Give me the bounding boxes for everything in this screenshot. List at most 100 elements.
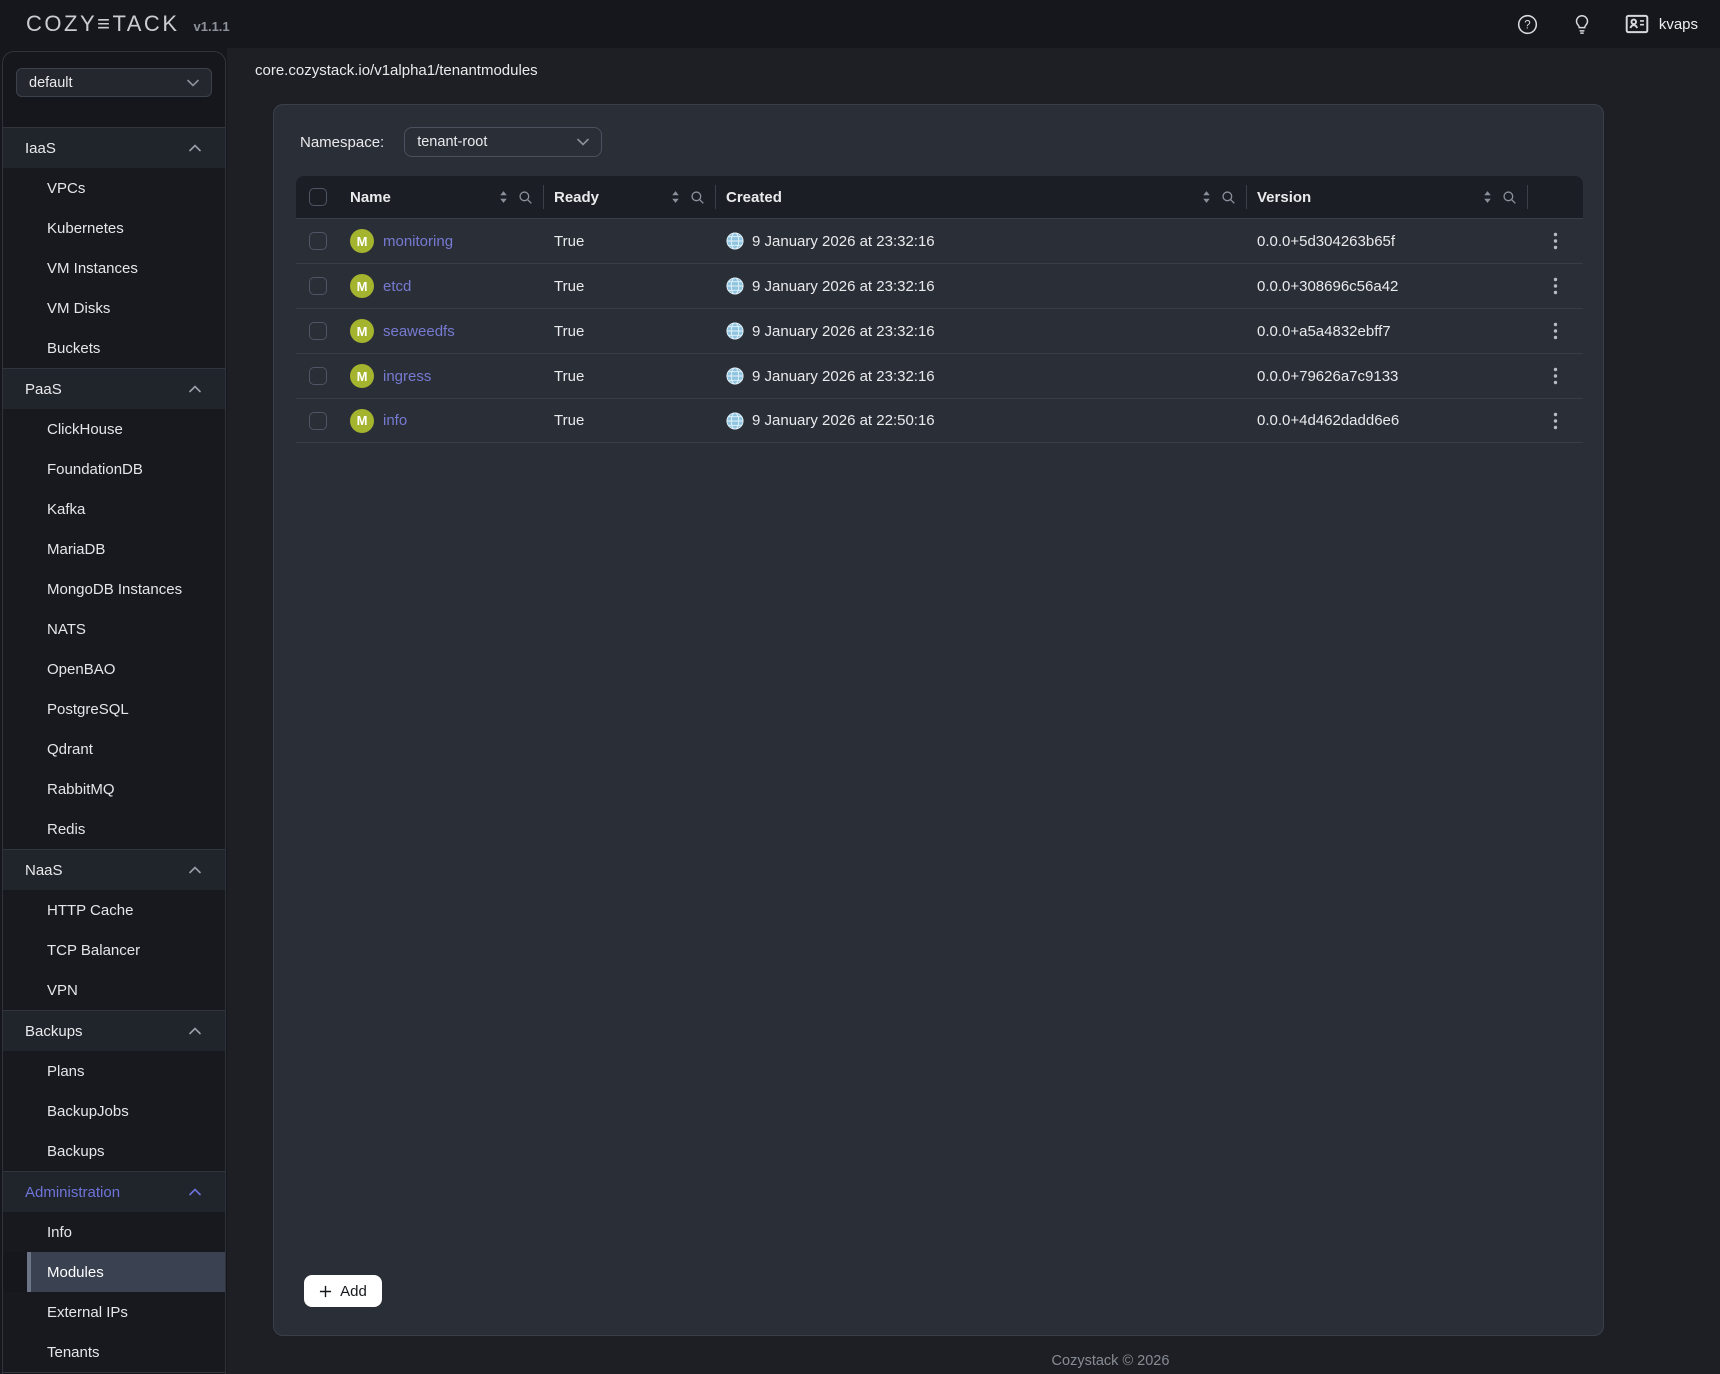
sidebar-section-paas[interactable]: PaaS bbox=[3, 368, 225, 409]
row-checkbox[interactable] bbox=[309, 412, 327, 430]
user-badge[interactable]: kvaps bbox=[1624, 11, 1698, 37]
help-icon[interactable]: ? bbox=[1516, 12, 1540, 36]
lightbulb-icon[interactable] bbox=[1570, 12, 1594, 36]
row-checkbox[interactable] bbox=[309, 277, 327, 295]
row-checkbox[interactable] bbox=[309, 322, 327, 340]
kebab-menu-icon[interactable] bbox=[1549, 318, 1562, 344]
sort-icon[interactable] bbox=[1483, 190, 1492, 204]
modules-table: Name Ready Created V bbox=[296, 176, 1583, 443]
sidebar-menu: IaaS VPCs Kubernetes VM Instances VM Dis… bbox=[3, 127, 225, 1374]
version-value: 0.0.0+a5a4832ebff7 bbox=[1257, 323, 1391, 340]
ready-value: True bbox=[554, 368, 584, 385]
row-checkbox[interactable] bbox=[309, 232, 327, 250]
sidebar-section-naas[interactable]: NaaS bbox=[3, 849, 225, 890]
sidebar-item-info[interactable]: Info bbox=[3, 1212, 225, 1252]
username: kvaps bbox=[1659, 16, 1698, 33]
context-select-value: default bbox=[29, 75, 73, 91]
module-name-link[interactable]: etcd bbox=[383, 278, 411, 295]
sidebar-item-vm-disks[interactable]: VM Disks bbox=[3, 288, 225, 328]
svg-text:?: ? bbox=[1525, 19, 1531, 31]
table-row: M etcd True 9 January 2026 at 23:32:16 0… bbox=[296, 263, 1583, 308]
topbar-actions: ? kvaps bbox=[1516, 11, 1698, 37]
sidebar-item-rabbitmq[interactable]: RabbitMQ bbox=[3, 769, 225, 809]
created-value: 9 January 2026 at 23:32:16 bbox=[752, 323, 935, 340]
kebab-menu-icon[interactable] bbox=[1549, 273, 1562, 299]
sidebar-item-clickhouse[interactable]: ClickHouse bbox=[3, 409, 225, 449]
main-content: core.cozystack.io/v1alpha1/tenantmodules… bbox=[227, 48, 1720, 1374]
search-icon[interactable] bbox=[690, 190, 705, 205]
sort-icon[interactable] bbox=[499, 190, 508, 204]
footer-copyright: Cozystack © 2026 bbox=[255, 1353, 1720, 1369]
search-icon[interactable] bbox=[1221, 190, 1236, 205]
sidebar-item-buckets[interactable]: Buckets bbox=[3, 328, 225, 368]
sidebar-item-kubernetes[interactable]: Kubernetes bbox=[3, 208, 225, 248]
select-all-checkbox[interactable] bbox=[309, 188, 327, 206]
sidebar-item-mongodb-instances[interactable]: MongoDB Instances bbox=[3, 569, 225, 609]
namespace-row: Namespace: tenant-root bbox=[296, 127, 1581, 157]
sidebar: default IaaS VPCs Kubernetes VM Instance… bbox=[0, 48, 227, 1374]
sidebar-section-backups[interactable]: Backups bbox=[3, 1010, 225, 1051]
namespace-select[interactable]: tenant-root bbox=[404, 127, 602, 157]
sidebar-item-backups[interactable]: Backups bbox=[3, 1131, 225, 1171]
sidebar-item-nats[interactable]: NATS bbox=[3, 609, 225, 649]
module-name-link[interactable]: monitoring bbox=[383, 233, 453, 250]
topbar: COZY≡TACK v1.1.1 ? kvaps bbox=[0, 0, 1720, 48]
globe-icon bbox=[726, 367, 744, 385]
globe-icon bbox=[726, 277, 744, 295]
table-row: M seaweedfs True 9 January 2026 at 23:32… bbox=[296, 308, 1583, 353]
module-name-link[interactable]: seaweedfs bbox=[383, 323, 455, 340]
search-icon[interactable] bbox=[1502, 190, 1517, 205]
column-label: Name bbox=[350, 189, 391, 206]
sort-icon[interactable] bbox=[1202, 190, 1211, 204]
column-label: Version bbox=[1257, 189, 1311, 206]
sidebar-item-openbao[interactable]: OpenBAO bbox=[3, 649, 225, 689]
section-label: NaaS bbox=[25, 862, 63, 879]
sidebar-section-administration[interactable]: Administration bbox=[3, 1171, 225, 1212]
sidebar-item-backupjobs[interactable]: BackupJobs bbox=[3, 1091, 225, 1131]
sort-icon[interactable] bbox=[671, 190, 680, 204]
globe-icon bbox=[726, 322, 744, 340]
sidebar-item-mariadb[interactable]: MariaDB bbox=[3, 529, 225, 569]
column-label: Created bbox=[726, 189, 782, 206]
module-name-link[interactable]: info bbox=[383, 412, 407, 429]
sidebar-item-vpn[interactable]: VPN bbox=[3, 970, 225, 1010]
section-label: Backups bbox=[25, 1023, 83, 1040]
header-cell-ready: Ready bbox=[544, 185, 716, 209]
sidebar-item-vpcs[interactable]: VPCs bbox=[3, 168, 225, 208]
kebab-menu-icon[interactable] bbox=[1549, 363, 1562, 389]
avatar: M bbox=[350, 274, 374, 298]
section-label: Administration bbox=[25, 1184, 120, 1201]
sidebar-nav-panel: default IaaS VPCs Kubernetes VM Instance… bbox=[2, 51, 226, 1374]
sidebar-item-redis[interactable]: Redis bbox=[3, 809, 225, 849]
kebab-menu-icon[interactable] bbox=[1549, 408, 1562, 434]
sidebar-item-tenants[interactable]: Tenants bbox=[3, 1332, 225, 1372]
created-value: 9 January 2026 at 22:50:16 bbox=[752, 412, 935, 429]
breadcrumb: core.cozystack.io/v1alpha1/tenantmodules bbox=[255, 62, 1720, 79]
section-label: IaaS bbox=[25, 140, 56, 157]
sidebar-item-external-ips[interactable]: External IPs bbox=[3, 1292, 225, 1332]
sidebar-item-foundationdb[interactable]: FoundationDB bbox=[3, 449, 225, 489]
ready-value: True bbox=[554, 323, 584, 340]
context-select[interactable]: default bbox=[16, 68, 212, 97]
sidebar-item-http-cache[interactable]: HTTP Cache bbox=[3, 890, 225, 930]
sidebar-item-vm-instances[interactable]: VM Instances bbox=[3, 248, 225, 288]
chevron-up-icon bbox=[189, 1188, 201, 1196]
sidebar-item-postgresql[interactable]: PostgreSQL bbox=[3, 689, 225, 729]
sidebar-item-modules[interactable]: Modules bbox=[27, 1252, 225, 1292]
sidebar-item-kafka[interactable]: Kafka bbox=[3, 489, 225, 529]
header-cell-name: Name bbox=[340, 185, 544, 209]
created-value: 9 January 2026 at 23:32:16 bbox=[752, 278, 935, 295]
module-name-link[interactable]: ingress bbox=[383, 368, 431, 385]
sidebar-item-tcp-balancer[interactable]: TCP Balancer bbox=[3, 930, 225, 970]
sidebar-item-plans[interactable]: Plans bbox=[3, 1051, 225, 1091]
row-checkbox[interactable] bbox=[309, 367, 327, 385]
add-button[interactable]: Add bbox=[304, 1275, 382, 1307]
add-button-label: Add bbox=[340, 1283, 367, 1300]
sidebar-item-qdrant[interactable]: Qdrant bbox=[3, 729, 225, 769]
sidebar-section-iaas[interactable]: IaaS bbox=[3, 127, 225, 168]
namespace-label: Namespace: bbox=[300, 134, 384, 151]
kebab-menu-icon[interactable] bbox=[1549, 228, 1562, 254]
version-value: 0.0.0+5d304263b65f bbox=[1257, 233, 1395, 250]
ready-value: True bbox=[554, 278, 584, 295]
search-icon[interactable] bbox=[518, 190, 533, 205]
